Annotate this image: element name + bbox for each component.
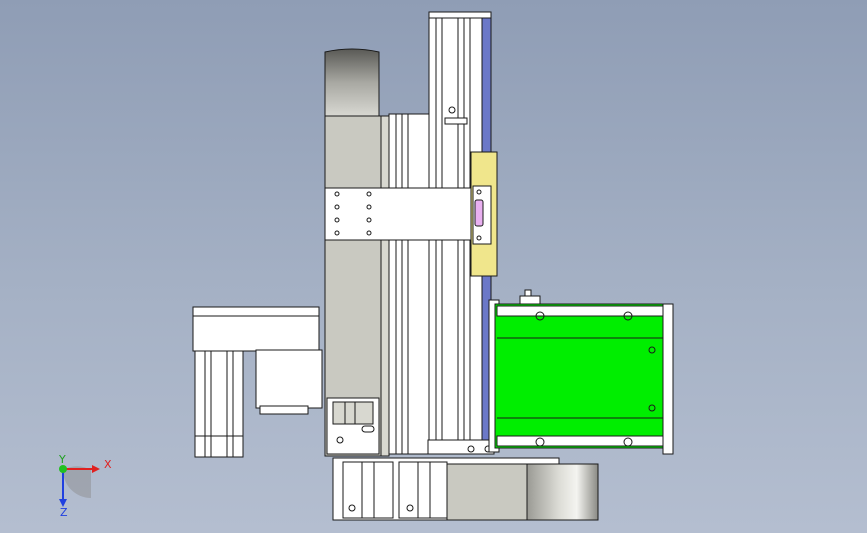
coordinate-triad: X Y Z xyxy=(58,453,112,519)
coupling-housing xyxy=(326,397,380,455)
gripper-body xyxy=(494,303,666,449)
assembly-drawing[interactable]: X Y Z xyxy=(0,0,867,533)
servo-motor xyxy=(192,306,323,458)
connector-port xyxy=(474,199,484,227)
z-axis-label: Z xyxy=(60,506,68,519)
y-axis-dot xyxy=(59,465,67,473)
mounting-plate xyxy=(324,187,474,241)
horizontal-base-axis xyxy=(332,457,599,521)
vertical-housing xyxy=(324,48,390,457)
x-axis-label: X xyxy=(104,458,112,471)
slider-block xyxy=(470,151,498,277)
pneumatic-gripper xyxy=(488,289,674,455)
x-arrow-head xyxy=(92,465,100,473)
y-axis-label: Y xyxy=(58,453,66,466)
cad-viewport[interactable]: X Y Z xyxy=(0,0,867,533)
